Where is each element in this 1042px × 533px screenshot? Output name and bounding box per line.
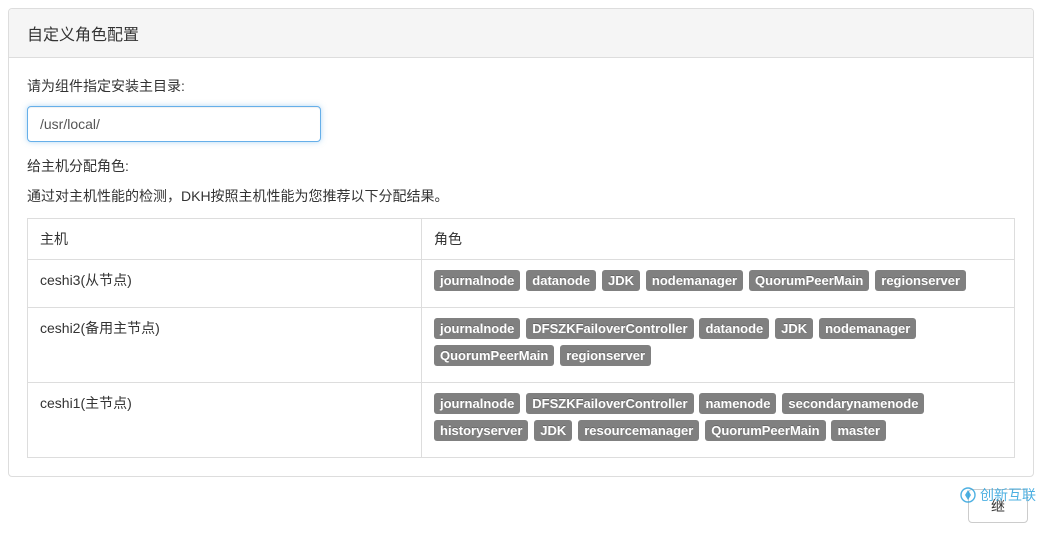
role-tag[interactable]: JDK	[602, 270, 640, 291]
role-tag[interactable]: nodemanager	[646, 270, 743, 291]
role-tag[interactable]: JDK	[775, 318, 813, 339]
role-tag[interactable]: DFSZKFailoverController	[526, 393, 693, 414]
table-row: ceshi3(从节点)journalnode datanode JDK node…	[28, 260, 1015, 308]
panel-body: 请为组件指定安装主目录: 给主机分配角色: 通过对主机性能的检测，DKH按照主机…	[9, 58, 1033, 476]
assign-roles-label: 给主机分配角色:	[27, 156, 1015, 176]
col-header-role: 角色	[422, 219, 1015, 260]
role-tag[interactable]: namenode	[699, 393, 776, 414]
table-row: ceshi1(主节点)journalnode DFSZKFailoverCont…	[28, 383, 1015, 458]
table-row: ceshi2(备用主节点)journalnode DFSZKFailoverCo…	[28, 308, 1015, 383]
roles-cell: journalnode DFSZKFailoverController name…	[422, 383, 1015, 458]
host-cell: ceshi2(备用主节点)	[28, 308, 422, 383]
role-tag[interactable]: regionserver	[875, 270, 966, 291]
role-tag[interactable]: JDK	[534, 420, 572, 441]
host-cell: ceshi1(主节点)	[28, 383, 422, 458]
role-tag[interactable]: regionserver	[560, 345, 651, 366]
role-tag[interactable]: master	[831, 420, 886, 441]
role-tag[interactable]: datanode	[526, 270, 596, 291]
roles-cell: journalnode datanode JDK nodemanager Quo…	[422, 260, 1015, 308]
install-dir-input[interactable]	[27, 106, 321, 142]
assign-roles-hint: 通过对主机性能的检测，DKH按照主机性能为您推荐以下分配结果。	[27, 186, 1015, 206]
role-tag[interactable]: datanode	[699, 318, 769, 339]
role-config-panel: 自定义角色配置 请为组件指定安装主目录: 给主机分配角色: 通过对主机性能的检测…	[8, 8, 1034, 477]
panel-title: 自定义角色配置	[9, 9, 1033, 58]
role-tag[interactable]: journalnode	[434, 318, 520, 339]
role-tag[interactable]: nodemanager	[819, 318, 916, 339]
continue-button[interactable]: 继	[968, 489, 1028, 523]
role-tag[interactable]: DFSZKFailoverController	[526, 318, 693, 339]
install-dir-label: 请为组件指定安装主目录:	[27, 76, 1015, 96]
role-tag[interactable]: QuorumPeerMain	[705, 420, 825, 441]
role-tag[interactable]: journalnode	[434, 270, 520, 291]
footer: 继	[8, 485, 1034, 533]
role-tag[interactable]: historyserver	[434, 420, 528, 441]
role-tag[interactable]: resourcemanager	[578, 420, 699, 441]
role-tag[interactable]: QuorumPeerMain	[749, 270, 869, 291]
role-tag[interactable]: secondarynamenode	[782, 393, 924, 414]
roles-table: 主机 角色 ceshi3(从节点)journalnode datanode JD…	[27, 218, 1015, 458]
roles-cell: journalnode DFSZKFailoverController data…	[422, 308, 1015, 383]
col-header-host: 主机	[28, 219, 422, 260]
host-cell: ceshi3(从节点)	[28, 260, 422, 308]
role-tag[interactable]: journalnode	[434, 393, 520, 414]
role-tag[interactable]: QuorumPeerMain	[434, 345, 554, 366]
